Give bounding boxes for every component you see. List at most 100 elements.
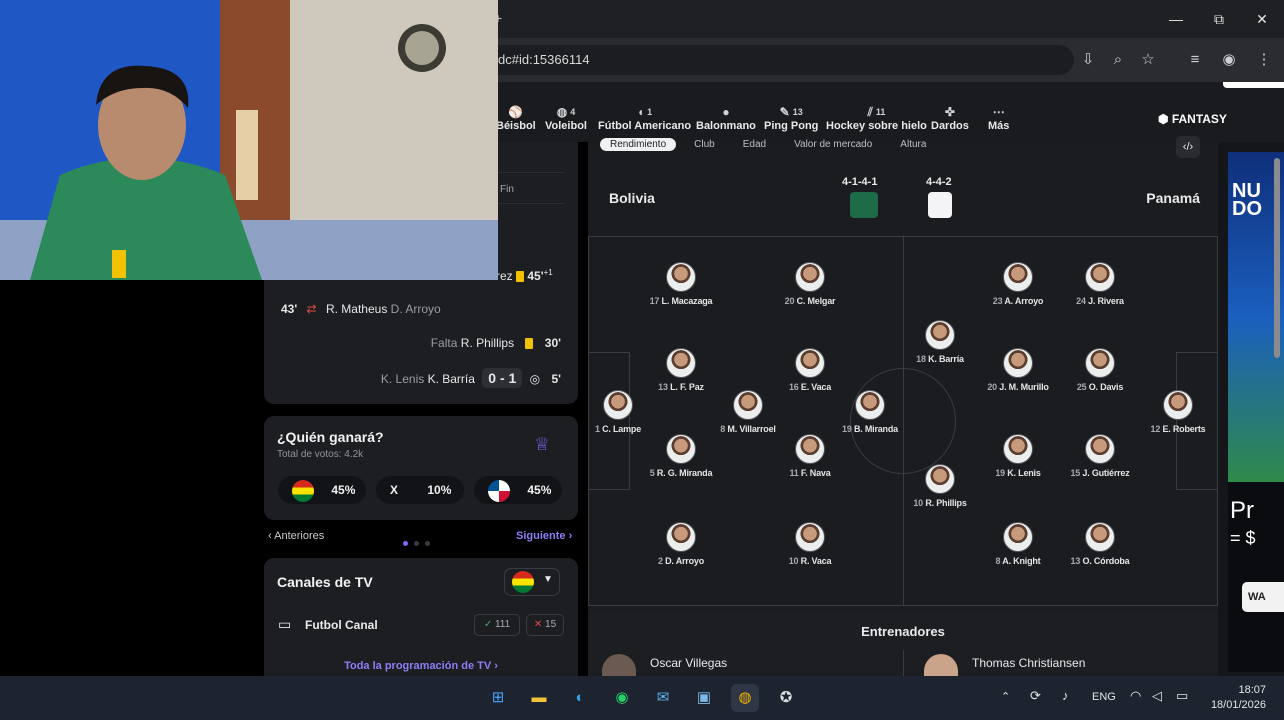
player-card[interactable]: 10 R. Vaca [760,522,860,566]
sport-tab-handball[interactable]: ● Balonmano [696,104,756,132]
goal-score: 0 - 1 [482,368,523,388]
baseball-icon: ⚾ [508,105,524,119]
mail-app-icon[interactable]: ✉ [649,684,677,712]
sport-tab-more[interactable]: ⋯ Más [988,104,1009,132]
sport-tab-ping-pong[interactable]: ✎ 13 Ping Pong [764,104,818,132]
player-card[interactable]: 20 C. Melgar [760,262,860,306]
webcam-overlay [0,0,498,280]
player-photo [925,320,955,350]
chevron-right-icon: › [565,530,573,542]
prev-link[interactable]: ‹ Anteriores [268,530,324,542]
file-explorer-icon[interactable]: ▬ [525,684,553,712]
coaches-title: Entrenadores [861,624,945,639]
player-card[interactable]: 1 C. Lampe [568,390,668,434]
player-card[interactable]: 24 J. Rivera [1050,262,1150,306]
minimize-button[interactable]: — [1165,8,1187,30]
trophy-icon: ♕ [534,434,551,454]
sync-icon[interactable]: ⟳ [1030,688,1041,704]
ping-pong-icon: ✎ 13 [779,105,803,119]
yellow-card-icon [525,338,534,350]
media-control-icon[interactable]: ≡ [1183,48,1207,72]
vote-draw-button[interactable]: X 10% [376,476,464,504]
filter-tab-market-value[interactable]: Valor de mercado [784,138,882,151]
player-card[interactable]: 12 E. Roberts [1128,390,1228,434]
filter-tab-club[interactable]: Club [684,138,725,151]
clock[interactable]: 18:07 18/01/2026 [1200,683,1266,713]
upvote-button[interactable]: ✓ 111 [474,614,520,636]
player-card[interactable]: 16 E. Vaca [760,348,860,392]
player-card[interactable]: 19 B. Miranda [820,390,920,434]
tv-icon: ▭ [278,616,292,632]
next-link[interactable]: Siguiente › [516,530,572,542]
fantasy-icon: ⬢ [1158,112,1172,126]
check-icon: ✓ [483,619,495,630]
home-coach[interactable]: Oscar Villegas [650,656,727,670]
address-bar[interactable]: dc#id:15366114 [478,45,1074,75]
player-card[interactable]: 13 L. F. Paz [631,348,731,392]
volume-icon[interactable]: ◁ [1152,688,1162,704]
player-photo [1085,434,1115,464]
event-partial: rez 45'+1 [496,268,553,283]
vote-home-button[interactable]: 45% [278,476,366,504]
player-card[interactable]: 25 O. Davis [1050,348,1150,392]
side-advertisement[interactable]: NU DO Pr = $ WA [1218,142,1284,676]
player-card[interactable]: 8 M. Villarroel [698,390,798,434]
app-notification-icon[interactable]: ✪ [772,684,800,712]
player-card[interactable]: 15 J. Gutiérrez [1050,434,1150,478]
ad-headline: Pr = $ [1230,497,1256,549]
downvote-button[interactable]: ✕ 15 [526,614,564,636]
filter-tab-performance[interactable]: Rendimiento [600,138,677,151]
vote-away-button[interactable]: 45% [474,476,562,504]
poll-subtitle: Total de votos: 4.2k [277,449,364,460]
fantasy-link[interactable]: ⬢ FANTASY [1158,112,1227,126]
maximize-button[interactable]: ⧉ [1208,8,1230,30]
player-photo [666,434,696,464]
scrollbar[interactable] [1274,158,1280,358]
more-icon: ⋯ [992,105,1005,119]
photos-app-icon[interactable]: ▣ [690,684,718,712]
nav-indicator [1223,82,1284,88]
clock-date: 18/01/2026 [1210,699,1266,711]
away-coach[interactable]: Thomas Christiansen [972,656,1085,670]
filter-tab-height[interactable]: Altura [890,138,936,151]
close-button[interactable]: ✕ [1251,8,1273,30]
ad-cta-button[interactable]: WA [1242,582,1284,612]
player-card[interactable]: 10 R. Phillips [890,464,990,508]
player-card[interactable]: 11 F. Nava [760,434,860,478]
tray-expand-icon[interactable]: ⌃ [1001,690,1010,703]
player-card[interactable]: 13 O. Córdoba [1050,522,1150,566]
coach-divider [903,650,904,676]
battery-icon[interactable]: ▭ [1176,688,1188,704]
sport-tab-baseball[interactable]: ⚾ Béisbol [496,104,536,132]
zoom-icon[interactable]: ⌕ [1106,48,1130,72]
sport-tab-volleyball[interactable]: ◍ 4 Voleibol [545,104,587,132]
sport-tab-hockey[interactable]: ⫽ 11 Hockey sobre hielo [826,104,927,132]
bookmark-star-icon[interactable]: ☆ [1136,48,1160,72]
home-formation: 4-1-4-1 [842,176,878,188]
filter-tab-age[interactable]: Edad [733,138,776,151]
edge-browser-icon[interactable]: ◐ [566,684,594,712]
player-photo [795,348,825,378]
wifi-icon[interactable]: ◠ [1130,688,1141,704]
all-tv-link[interactable]: Toda la programación de TV › [264,660,578,672]
handball-icon: ● [722,105,730,119]
player-card[interactable]: 17 L. Macazaga [631,262,731,306]
chrome-browser-icon[interactable]: ◍ [731,684,759,712]
language-indicator[interactable]: ENG [1092,691,1116,703]
away-kit-icon [928,192,952,218]
sport-tab-darts[interactable]: ✜ Dardos [931,104,969,132]
whatsapp-icon[interactable]: ◉ [608,684,636,712]
profile-icon[interactable]: ◉ [1217,48,1241,72]
microphone-icon[interactable]: ♪ [1062,688,1069,703]
player-card[interactable]: 2 D. Arroyo [631,522,731,566]
country-select[interactable]: ▼ [504,568,560,596]
menu-kebab-icon[interactable]: ⋮ [1252,48,1276,72]
player-card[interactable]: 5 R. G. Miranda [631,434,731,478]
player-photo [1085,348,1115,378]
embed-code-icon[interactable]: ‹/› [1176,136,1200,158]
player-photo [795,522,825,552]
install-app-icon[interactable]: ⇩ [1076,48,1100,72]
sport-tab-football[interactable]: ◖ 1 Fútbol Americano [598,104,691,132]
player-photo [603,390,633,420]
start-menu-icon[interactable]: ⊞ [484,684,512,712]
